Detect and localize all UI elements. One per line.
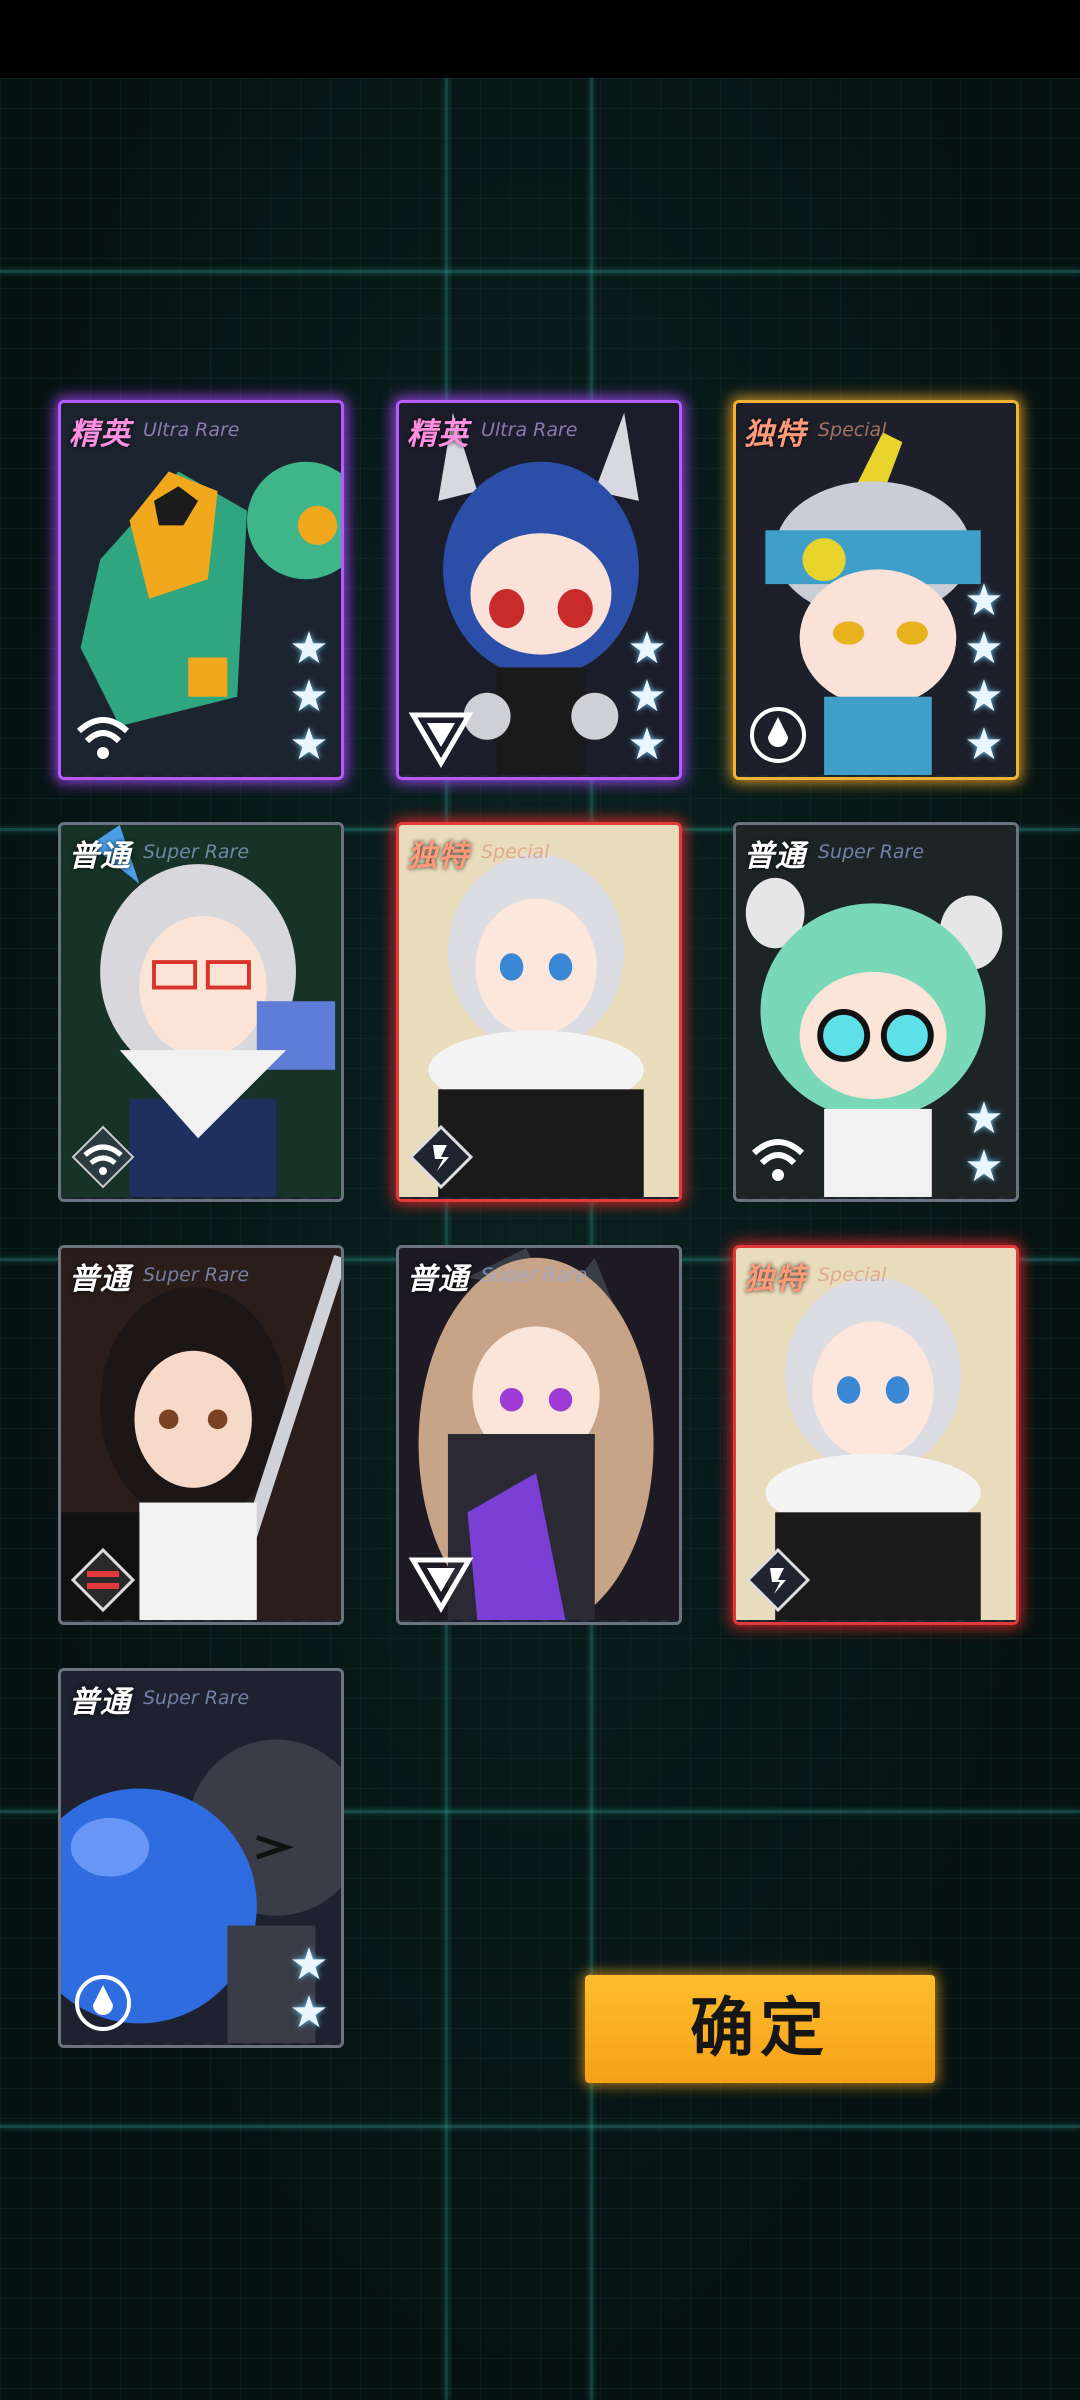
confirm-button[interactable]: 确定 (585, 1975, 935, 2083)
diamond-class-icon (745, 1547, 811, 1613)
triangle-class-icon (408, 1557, 474, 1613)
character-card-7[interactable]: 普通 Super Rare (58, 1245, 344, 1625)
star-icon: ★ (289, 1939, 329, 1990)
star-rating: ★ ★ ★ ★ (962, 579, 1006, 767)
rarity-subtitle: Super Rare (143, 841, 250, 863)
rank-label: 精英 (407, 417, 469, 452)
star-icon: ★ (964, 623, 1004, 674)
star-icon: ★ (964, 671, 1004, 722)
character-card-3[interactable]: 独特 Special ★ ★ ★ ★ (733, 400, 1019, 780)
rank-label: 普通 (69, 839, 131, 874)
character-card-4[interactable]: 普通 Super Rare (58, 822, 344, 1202)
wifi-class-icon (71, 1125, 135, 1189)
character-card-1[interactable]: 精英 Ultra Rare ★ ★ ★ (58, 400, 344, 780)
rarity-subtitle: Ultra Rare (143, 419, 240, 441)
drop-class-icon (750, 707, 806, 763)
star-rating: ★ ★ (962, 1097, 1006, 1189)
character-card-10[interactable]: 普通 Super Rare ★ ★ (58, 1668, 344, 2048)
rank-label: 精英 (69, 417, 131, 452)
rarity-subtitle: Special (818, 419, 887, 441)
star-icon: ★ (964, 1141, 1004, 1192)
rank-label: 普通 (744, 839, 806, 874)
status-bar (0, 0, 1080, 78)
rank-label: 独特 (407, 839, 469, 874)
rarity-subtitle: Super Rare (143, 1264, 250, 1286)
star-icon: ★ (289, 1987, 329, 2038)
star-icon: ★ (289, 623, 329, 674)
character-card-2[interactable]: 精英 Ultra Rare ★ ★ ★ (396, 400, 682, 780)
star-rating: ★ ★ (287, 1943, 331, 2035)
character-card-6[interactable]: 普通 Super Rare ★ ★ (733, 822, 1019, 1202)
star-icon: ★ (627, 719, 667, 770)
grid-line (0, 270, 1080, 273)
star-rating: ★ ★ ★ (625, 627, 669, 767)
star-icon: ★ (964, 1093, 1004, 1144)
star-icon: ★ (627, 623, 667, 674)
rarity-subtitle: Special (481, 841, 550, 863)
character-card-9[interactable]: 独特 Special (733, 1245, 1019, 1625)
star-icon: ★ (964, 575, 1004, 626)
rank-label: 普通 (69, 1262, 131, 1297)
rank-label: 独特 (744, 1262, 806, 1297)
rarity-subtitle: Super Rare (481, 1264, 588, 1286)
star-icon: ★ (964, 719, 1004, 770)
character-card-5[interactable]: 独特 Special (396, 822, 682, 1202)
rarity-subtitle: Special (818, 1264, 887, 1286)
rarity-subtitle: Ultra Rare (481, 419, 578, 441)
wifi-class-icon (751, 1139, 805, 1181)
wifi-class-icon (76, 717, 130, 759)
diamond-class-icon (408, 1124, 474, 1190)
rarity-subtitle: Super Rare (143, 1687, 250, 1709)
drop-class-icon (75, 1975, 131, 2031)
grid-line (0, 2125, 1080, 2128)
star-rating: ★ ★ ★ (287, 627, 331, 767)
star-icon: ★ (627, 671, 667, 722)
star-icon: ★ (289, 671, 329, 722)
rank-label: 普通 (407, 1262, 469, 1297)
rank-label: 普通 (69, 1685, 131, 1720)
character-card-8[interactable]: 普通 Super Rare (396, 1245, 682, 1625)
rank-label: 独特 (744, 417, 806, 452)
triangle-class-icon (408, 712, 474, 768)
stripe-class-icon (70, 1547, 136, 1613)
rarity-subtitle: Super Rare (818, 841, 925, 863)
star-icon: ★ (289, 719, 329, 770)
